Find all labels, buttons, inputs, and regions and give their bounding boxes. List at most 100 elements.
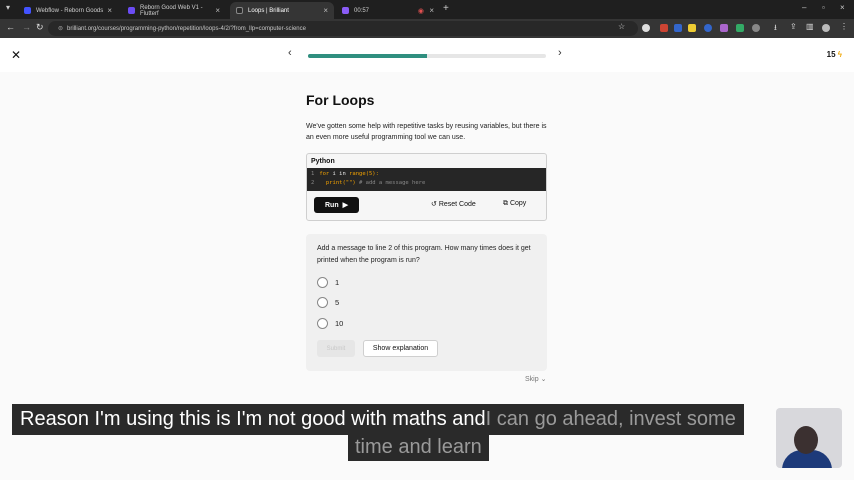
- address-bar[interactable]: ⊜ brilliant.org/courses/programming-pyth…: [48, 21, 638, 36]
- browser-tab-strip: ▾ Webflow - Reborn Goods × Reborn Good W…: [0, 0, 854, 19]
- code-language: Python: [311, 158, 335, 165]
- lightning-icon: ϟ: [837, 50, 842, 59]
- radio-button[interactable]: [317, 277, 328, 288]
- next-step-icon[interactable]: ›: [558, 47, 562, 59]
- close-tab-icon[interactable]: ×: [215, 6, 220, 15]
- chevron-down-icon: ⌄: [540, 376, 547, 383]
- run-button[interactable]: Run ▶: [314, 197, 359, 213]
- address-url: brilliant.org/courses/programming-python…: [67, 25, 306, 32]
- play-icon: ▶: [342, 202, 348, 209]
- lesson-intro: We've gotten some help with repetitive t…: [306, 123, 547, 141]
- recording-dot-icon: ◉: [417, 7, 424, 15]
- streak-count: 15: [826, 50, 836, 59]
- copy-label: Copy: [509, 200, 527, 207]
- reload-icon[interactable]: ↻: [36, 22, 44, 33]
- option-label: 10: [335, 319, 344, 328]
- share-icon[interactable]: ⇪: [790, 22, 797, 31]
- option-label: 5: [335, 298, 340, 307]
- flutterflow-favicon-icon: [128, 7, 135, 14]
- caption-text-upcoming: time and learn: [355, 436, 482, 458]
- extension-icon[interactable]: [674, 24, 682, 32]
- close-tab-icon[interactable]: ×: [107, 6, 112, 15]
- menu-icon[interactable]: ⋮: [840, 22, 848, 31]
- line-number: 2: [311, 180, 315, 186]
- code-actions: Run ▶ ↺ Reset Code ⧉ Copy: [307, 191, 546, 220]
- previous-step-icon[interactable]: ‹: [288, 47, 292, 59]
- webcam-overlay: [776, 408, 842, 468]
- tab-search-icon[interactable]: ▾: [6, 3, 10, 12]
- extension-icon[interactable]: [720, 24, 728, 32]
- code-text: i in: [329, 171, 350, 177]
- extension-icon[interactable]: [642, 24, 650, 32]
- forward-icon[interactable]: →: [22, 22, 31, 32]
- window-close-icon[interactable]: ×: [840, 3, 845, 12]
- bookmark-star-icon[interactable]: ☆: [618, 22, 625, 31]
- question-text: Add a message to line 2 of this program.…: [317, 245, 531, 264]
- tab-title: Reborn Good Web V1 - Flutterf: [140, 4, 203, 17]
- run-label: Run: [325, 201, 339, 209]
- streak-counter: 15 ϟ: [827, 50, 842, 59]
- tab-webflow[interactable]: Webflow - Reborn Goods ×: [18, 2, 118, 19]
- progress-fill: [308, 54, 427, 58]
- lesson-progress-bar: [308, 54, 546, 58]
- show-explanation-button[interactable]: Show explanation: [363, 340, 438, 357]
- browser-toolbar: ← → ↻ ⊜ brilliant.org/courses/programmin…: [0, 19, 854, 38]
- reset-label: Reset Code: [438, 201, 476, 208]
- code-keyword: for: [319, 171, 330, 177]
- recorder-favicon-icon: [342, 7, 349, 14]
- copy-button[interactable]: ⧉ Copy: [503, 200, 526, 208]
- reset-code-button[interactable]: ↺ Reset Code: [431, 200, 476, 208]
- presenter-head: [794, 426, 818, 454]
- line-number: 1: [311, 171, 315, 177]
- tab-title: Webflow - Reborn Goods: [36, 7, 104, 14]
- tab-recording[interactable]: 00:57 ◉ ×: [336, 2, 440, 19]
- caption-text-upcoming: I can go ahead, invest some: [485, 408, 736, 430]
- close-tab-icon[interactable]: ×: [429, 6, 434, 15]
- code-text: print(""): [319, 180, 356, 186]
- caption-line-2: time and learn: [348, 434, 489, 461]
- new-tab-icon[interactable]: +: [443, 3, 449, 14]
- copy-icon: ⧉: [503, 200, 508, 207]
- extension-icon[interactable]: [736, 24, 744, 32]
- lesson-topbar: ✕ ‹ › 15 ϟ: [0, 38, 854, 72]
- maximize-icon[interactable]: ▫: [822, 3, 825, 12]
- extension-icon[interactable]: [752, 24, 760, 32]
- question-card: Add a message to line 2 of this program.…: [306, 234, 547, 371]
- caption-text: Reason I'm using this is I'm not good wi…: [20, 408, 486, 430]
- webflow-favicon-icon: [24, 7, 31, 14]
- lesson-title: For Loops: [306, 92, 375, 108]
- radio-button[interactable]: [317, 318, 328, 329]
- tab-title: Loops | Brilliant: [248, 7, 289, 14]
- downloads-icon[interactable]: ⭳: [774, 22, 777, 36]
- answer-option[interactable]: 5: [317, 297, 339, 308]
- close-tab-icon[interactable]: ×: [323, 6, 328, 15]
- answer-option[interactable]: 10: [317, 318, 343, 329]
- minimize-icon[interactable]: –: [802, 3, 806, 12]
- option-label: 1: [335, 278, 340, 287]
- extension-icon[interactable]: [660, 24, 668, 32]
- close-lesson-icon[interactable]: ✕: [11, 48, 21, 62]
- profile-avatar[interactable]: [822, 24, 830, 32]
- reset-icon: ↺: [431, 201, 437, 208]
- code-function: range: [349, 171, 366, 177]
- back-icon[interactable]: ←: [6, 22, 15, 32]
- radio-button[interactable]: [317, 297, 328, 308]
- tab-title: 00:57: [354, 7, 370, 14]
- tab-brilliant[interactable]: Loops | Brilliant ×: [230, 2, 334, 19]
- code-area[interactable]: 1 for i in range(5): 2 print("") # add a …: [307, 168, 546, 191]
- code-comment: # add a message here: [355, 180, 426, 186]
- caption-line-1: Reason I'm using this is I'm not good wi…: [12, 404, 744, 435]
- code-line-1: 1 for i in range(5):: [311, 170, 542, 179]
- answer-option[interactable]: 1: [317, 277, 339, 288]
- skip-label: Skip: [525, 376, 539, 383]
- code-line-2: 2 print("") # add a message here: [311, 179, 542, 188]
- extension-icon[interactable]: [704, 24, 712, 32]
- side-panel-icon[interactable]: ▥: [806, 22, 814, 31]
- brilliant-favicon-icon: [236, 7, 243, 14]
- tab-flutterflow[interactable]: Reborn Good Web V1 - Flutterf ×: [122, 2, 226, 19]
- code-editor: Python 1 for i in range(5): 2 print("") #…: [306, 153, 547, 221]
- extension-icon[interactable]: [688, 24, 696, 32]
- site-info-icon[interactable]: ⊜: [58, 25, 63, 32]
- skip-link[interactable]: Skip ⌄: [525, 375, 546, 383]
- submit-button[interactable]: Submit: [317, 340, 355, 357]
